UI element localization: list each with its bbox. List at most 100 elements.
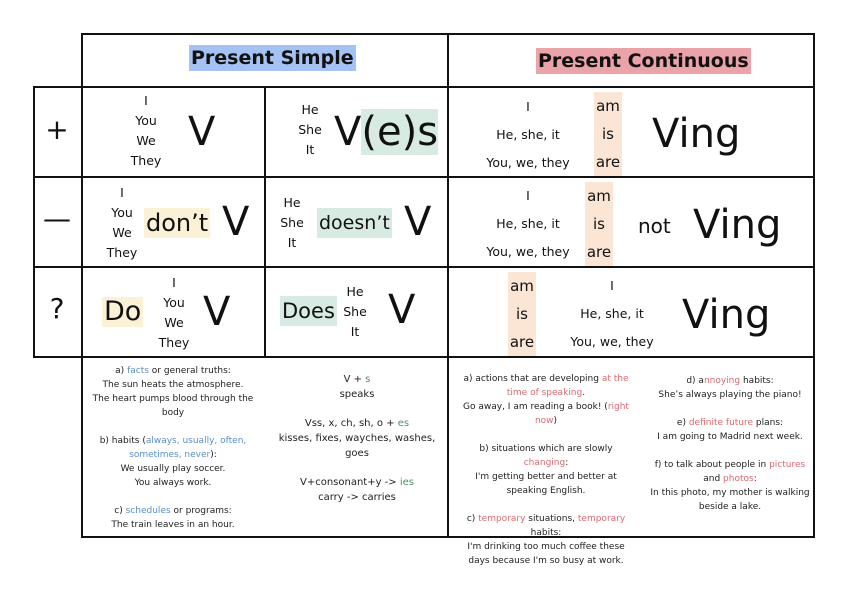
- text: ):: [210, 450, 217, 460]
- highlight: photos: [723, 474, 754, 484]
- highlight: pictures: [769, 460, 806, 470]
- pronoun: It: [287, 235, 297, 250]
- text: and: [703, 474, 724, 484]
- pronoun: He, she, it: [580, 306, 644, 321]
- pronoun-list: I You We They: [126, 91, 166, 171]
- not-word: not: [638, 214, 671, 238]
- pronoun: I: [526, 99, 530, 114]
- verb-ing: Ving: [693, 202, 782, 248]
- does-auxiliary: Does: [280, 296, 337, 326]
- verb-base: V: [222, 199, 250, 245]
- pronoun: She: [298, 122, 322, 137]
- text: c): [114, 506, 126, 516]
- pronoun-list: He She It: [292, 100, 328, 160]
- text: situations,: [525, 514, 578, 524]
- verb-third-person: V(e)s: [334, 109, 439, 155]
- example: I'm drinking too much coffee these days …: [467, 542, 625, 566]
- doesnt-auxiliary: doesn’t: [317, 208, 392, 238]
- be-form: am: [587, 187, 611, 205]
- dont-auxiliary: don’t: [144, 208, 211, 238]
- pronoun: He, she, it: [496, 127, 560, 142]
- be-form: am: [510, 277, 534, 295]
- present-continuous-uses-left: a) actions that are developing at the ti…: [458, 372, 634, 568]
- highlight: temporary: [577, 514, 626, 524]
- highlight: schedules: [125, 506, 171, 516]
- pronoun-list: He She It: [337, 282, 373, 342]
- example: In this photo, my mother is walking besi…: [650, 488, 810, 512]
- text: d) a: [686, 376, 704, 386]
- text: Vss, x, ch, sh, o +: [304, 418, 398, 429]
- pronoun: I: [526, 188, 530, 203]
- text: habits:: [530, 528, 562, 538]
- text: habits:: [740, 376, 774, 386]
- present-simple-spelling: V + s speaks Vss, x, ch, sh, o + es kiss…: [272, 372, 442, 505]
- be-forms: am is are: [594, 92, 622, 176]
- be-form: is: [516, 305, 528, 323]
- example: The heart pumps blood through the body: [92, 394, 254, 418]
- example: speaks: [339, 389, 375, 400]
- example: She’s always playing the piano!: [658, 390, 802, 400]
- pronoun-list: He She It: [274, 193, 310, 253]
- pronoun-list: I He, she, it You, we, they: [486, 93, 570, 177]
- highlight: definite future: [688, 418, 754, 428]
- verb-base: V: [388, 287, 416, 333]
- be-form: are: [586, 243, 612, 261]
- be-forms: am is are: [585, 182, 613, 266]
- present-continuous-title: Present Continuous: [536, 48, 751, 74]
- text: e): [676, 418, 689, 428]
- pronoun: You, we, they: [570, 334, 654, 349]
- divider: [33, 176, 815, 178]
- pronoun-list: I You We They: [104, 183, 140, 263]
- use-f: f) to talk about people in pictures and …: [650, 458, 810, 486]
- question-symbol: ?: [49, 292, 65, 325]
- be-form: are: [595, 153, 621, 171]
- text: .: [582, 388, 586, 398]
- text: V+consonant+y ->: [299, 477, 400, 488]
- highlight: temporary: [478, 514, 526, 524]
- example: We usually play soccer.: [120, 464, 226, 474]
- pronoun: He: [283, 195, 301, 210]
- pronoun: He, she, it: [496, 216, 560, 231]
- positive-symbol: +: [45, 113, 69, 146]
- pronoun: You, we, they: [486, 244, 570, 259]
- pronoun: I: [610, 278, 614, 293]
- pronoun: We: [136, 133, 156, 148]
- be-form: are: [509, 333, 535, 351]
- negative-symbol: —: [43, 202, 71, 235]
- use-b: b) situations which are slowly changing:: [458, 442, 634, 470]
- pronoun: It: [305, 142, 315, 157]
- example: I'm getting better and better at speakin…: [475, 472, 617, 496]
- highlight: ies: [399, 477, 414, 488]
- use-e: e) definite future plans:: [650, 416, 810, 430]
- use-c: c) temporary situations, temporary habit…: [458, 512, 634, 540]
- pronoun: They: [158, 335, 190, 350]
- pronoun: It: [350, 324, 360, 339]
- pronoun: We: [164, 315, 184, 330]
- use-b: b) habits (always, usually, often, somet…: [88, 434, 258, 462]
- highlight: s: [365, 374, 371, 385]
- example: kisses, fixes, wayches, washes, goes: [278, 433, 436, 459]
- present-simple-title: Present Simple: [189, 45, 356, 71]
- example: The train leaves in an hour.: [111, 520, 235, 530]
- divider: [81, 86, 83, 358]
- pronoun: They: [106, 245, 138, 260]
- text: b) habits (: [99, 436, 146, 446]
- pronoun: I: [144, 93, 148, 108]
- example: carry -> carries: [318, 492, 396, 503]
- text: b) situations which are slowly: [479, 444, 613, 454]
- divider: [264, 86, 266, 358]
- example: I am going to Madrid next week.: [657, 432, 803, 442]
- text: f) to talk about people in: [654, 460, 770, 470]
- do-auxiliary: Do: [102, 296, 144, 327]
- text: or programs:: [170, 506, 232, 516]
- highlight: facts: [127, 366, 149, 376]
- pronoun: They: [130, 153, 162, 168]
- text: a): [115, 366, 128, 376]
- spelling-rule: V + s: [272, 372, 442, 387]
- text: c): [466, 514, 479, 524]
- pronoun: You: [163, 295, 185, 310]
- be-forms: am is are: [508, 272, 536, 356]
- pronoun: I: [120, 185, 124, 200]
- present-simple-uses: a) facts or general truths: The sun heat…: [88, 364, 258, 532]
- pronoun: She: [280, 215, 304, 230]
